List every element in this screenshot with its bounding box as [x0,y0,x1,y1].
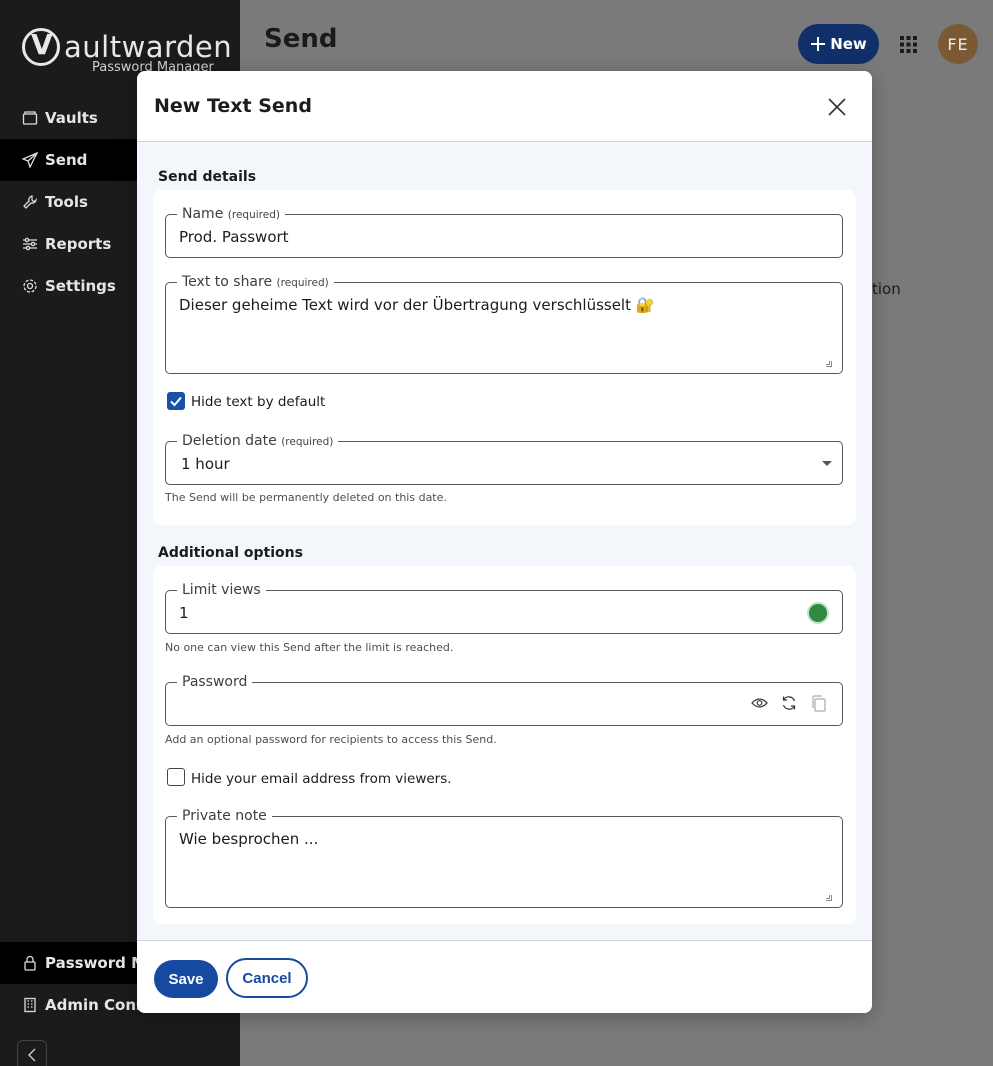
name-field[interactable]: Name (required) Prod. Passwort [165,206,843,258]
save-button[interactable]: Save [154,960,218,998]
paper-plane-icon [22,152,38,168]
resize-handle[interactable] [826,361,832,367]
limit-views-label: Limit views [177,582,266,598]
name-field-label: Name (required) [177,206,285,223]
sidebar-item-label: Vaults [45,109,98,127]
password-hint: Add an optional password for recipients … [165,733,497,746]
sliders-icon [22,236,38,252]
private-note-value: Wie besprochen ... [179,830,319,848]
background-partial-text: tion [872,280,901,298]
checkmark-icon [170,396,182,407]
deletion-date-select[interactable]: Deletion date (required) 1 hour [165,433,843,485]
sidebar-item-label: Reports [45,235,112,253]
new-text-send-dialog: New Text Send Send details Name (require… [137,71,872,1013]
resize-handle[interactable] [826,895,832,901]
additional-options-heading: Additional options [158,545,303,561]
extension-icon[interactable] [807,602,829,624]
limit-views-field[interactable]: Limit views 1 [165,582,843,634]
password-label: Password [177,674,253,690]
additional-options-card: Limit views 1 No one can view this Send … [153,566,856,924]
app-grid-icon[interactable] [900,36,917,53]
logo-text: aultwarden [64,30,233,64]
new-button-label: New [830,35,867,53]
sidebar-item-label: Settings [45,277,116,295]
sidebar-item-label: Tools [45,193,88,211]
deletion-date-value: 1 hour [181,455,230,473]
sidebar-item-label: Password M [45,954,147,972]
hide-email-checkbox[interactable] [167,768,185,786]
close-icon[interactable] [825,95,849,119]
text-to-share-value: Dieser geheime Text wird vor der Übertra… [179,296,655,314]
hide-text-checkbox[interactable] [167,392,185,410]
gear-icon [22,278,38,294]
dropdown-arrow-icon [822,461,832,466]
wrench-icon [22,194,38,210]
name-input-value: Prod. Passwort [179,228,289,246]
eye-icon[interactable] [750,694,768,712]
chevron-left-icon [28,1048,36,1062]
private-note-field[interactable]: Private note Wie besprochen ... [165,808,843,908]
logo-icon [22,28,60,66]
send-details-card: Name (required) Prod. Passwort Text to s… [153,190,856,525]
dialog-footer: Save Cancel [137,940,872,1013]
send-details-heading: Send details [158,169,257,185]
plus-icon [811,37,826,51]
avatar[interactable]: FE [938,24,978,64]
collapse-sidebar-button[interactable] [17,1040,47,1066]
text-to-share-field[interactable]: Text to share (required) Dieser geheime … [165,274,843,374]
vault-icon [22,110,38,126]
password-actions [750,694,828,712]
refresh-icon[interactable] [780,694,798,712]
dialog-header: New Text Send [137,71,872,142]
private-note-label: Private note [177,808,272,824]
limit-views-hint: No one can view this Send after the limi… [165,641,454,654]
sidebar-item-label: Admin Cons [45,996,145,1014]
copy-icon[interactable] [810,694,828,712]
deletion-date-label: Deletion date (required) [177,433,339,450]
hide-text-label: Hide text by default [191,394,326,410]
password-field[interactable]: Password [165,674,843,726]
vaultwarden-logo[interactable]: aultwarden Password Manager [20,26,232,76]
new-send-button[interactable]: New [798,24,879,64]
deletion-date-hint: The Send will be permanently deleted on … [165,491,447,504]
sidebar-item-label: Send [45,151,88,169]
building-icon [22,997,38,1013]
text-to-share-label: Text to share (required) [177,274,334,291]
dialog-title: New Text Send [154,95,312,117]
page-title: Send [264,24,338,54]
cancel-button[interactable]: Cancel [226,958,308,998]
limit-views-value: 1 [179,604,189,622]
lock-icon [22,955,38,971]
hide-email-label: Hide your email address from viewers. [191,771,452,787]
